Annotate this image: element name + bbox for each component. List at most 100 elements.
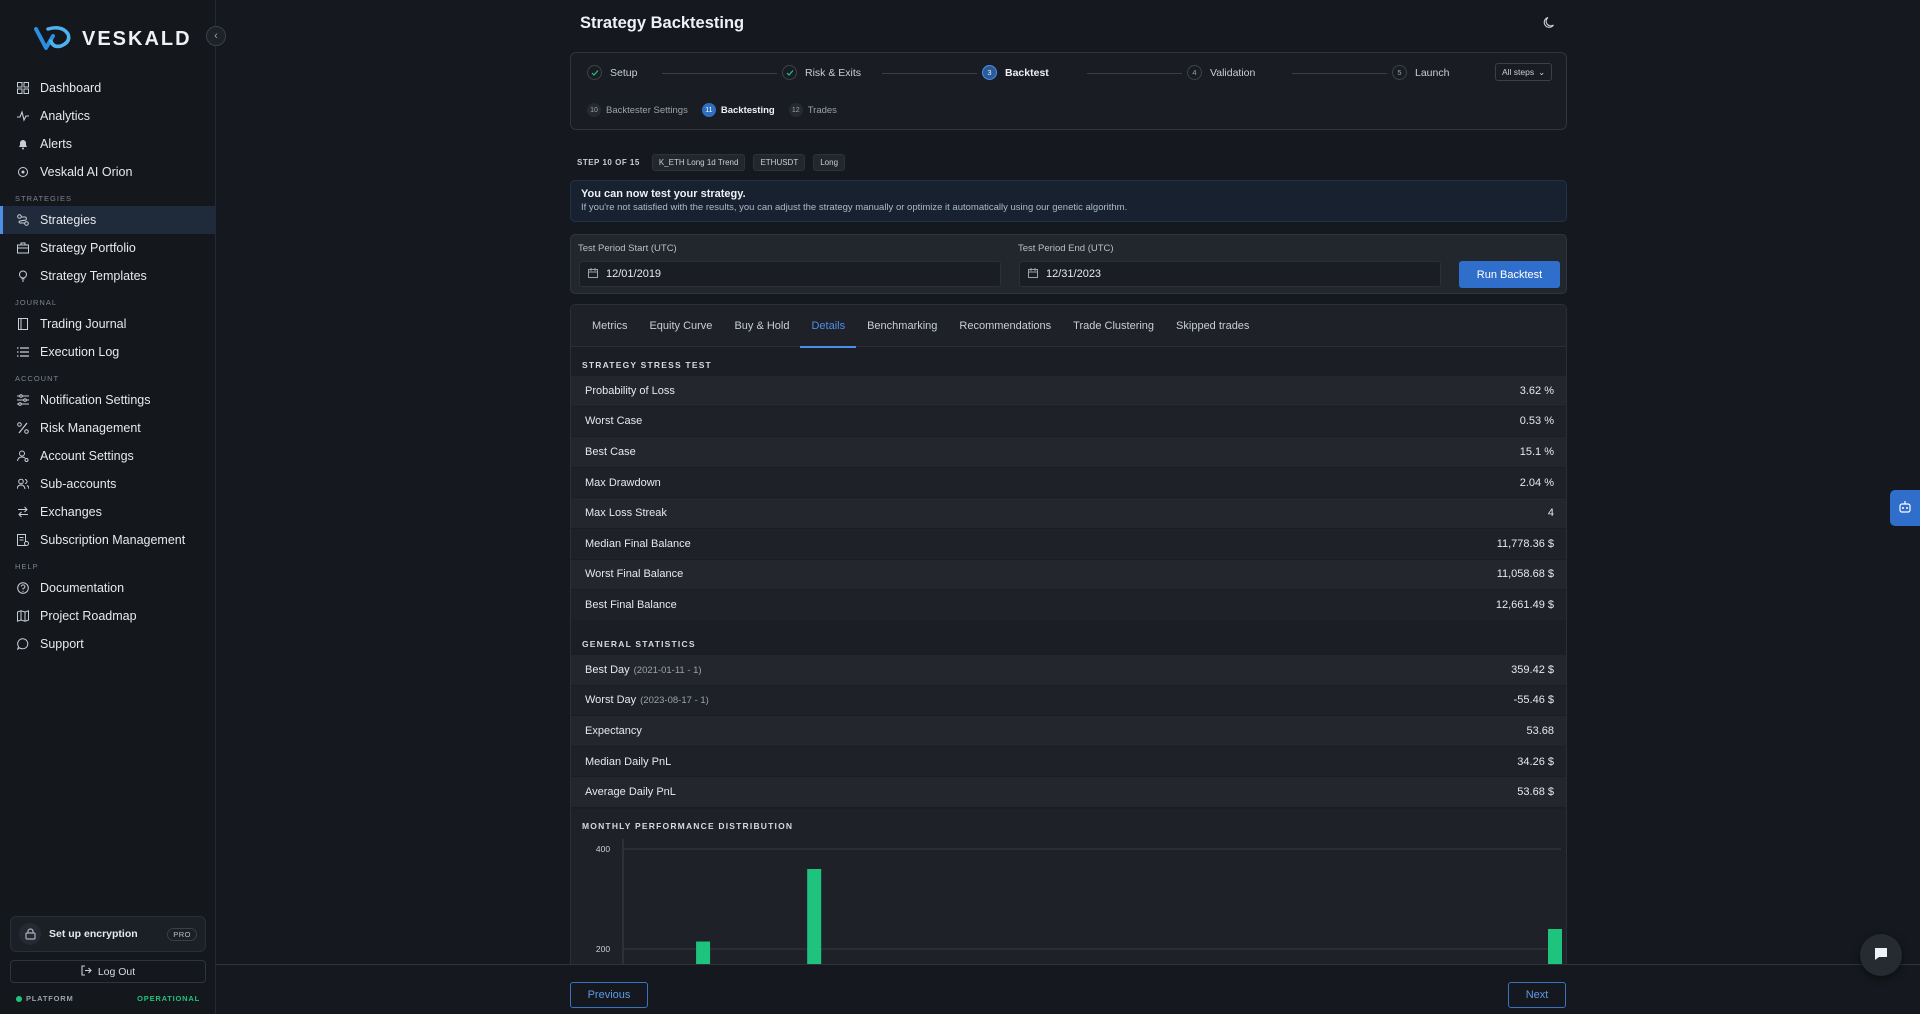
end-date-input[interactable]: 12/31/2023 [1019,261,1441,287]
row-label: Worst Case [585,415,643,428]
general-stats-table: Best Day (2021-01-11 - 1) 359.42 $ Worst Da… [571,655,1566,808]
tab-benchmarking[interactable]: Benchmarking [856,305,948,347]
row-label-group: Worst Case [585,415,642,427]
step-validation[interactable]: 4 Validation [1187,65,1255,80]
end-date-value: 12/31/2023 [1046,268,1102,280]
sidebar-item-project-roadmap[interactable]: Project Roadmap [0,602,216,630]
calendar-icon [1028,267,1038,281]
row-label: Probability of Loss [585,384,675,397]
substep-backtesting[interactable]: 11 Backtesting [701,103,775,117]
step-backtest[interactable]: 3 Backtest [982,65,1049,80]
row-label-group: Worst Final Balance [585,568,683,580]
row-label-group: Max Loss Streak [585,507,667,519]
sidebar-item-documentation[interactable]: Documentation [0,574,216,602]
step-number: 5 [1392,65,1407,80]
lock-icon [19,923,41,945]
assistant-bot-tab[interactable] [1890,490,1920,526]
sidebar-item-strategy-portfolio[interactable]: Strategy Portfolio [0,234,216,262]
swap-icon [16,505,30,519]
sidebar-item-trading-journal[interactable]: Trading Journal [0,310,216,338]
sidebar-item-subscription-management[interactable]: Subscription Management [0,526,216,554]
substep-trades[interactable]: 12 Trades [788,103,837,117]
setup-encryption-button[interactable]: Set up encryption PRO [10,916,206,952]
results-panel: Metrics Equity Curve Buy & Hold Details Benc… [570,304,1567,1014]
sidebar-item-support[interactable]: Support [0,630,216,658]
tab-equity-curve[interactable]: Equity Curve [638,305,723,347]
sidebar-item-label: Sub-accounts [40,477,117,491]
substep-label: Backtesting [720,104,775,116]
table-row: Best Case 15.1 % [571,437,1566,468]
direction-chip: Long [813,154,846,171]
row-value: 11,778.36 $ [1496,537,1554,550]
row-value: 3.62 % [1519,384,1554,397]
sidebar-item-risk-management[interactable]: Risk Management [0,414,216,442]
logout-button[interactable]: Log Out [10,960,206,983]
sidebar-item-account-settings[interactable]: Account Settings [0,442,216,470]
row-label-group: Best Day (2021-01-11 - 1) [585,664,702,676]
collapse-sidebar-button[interactable]: ‹ [206,26,226,46]
logout-label: Log Out [97,965,136,978]
info-banner: You can now test your strategy. If you'r… [570,180,1567,222]
list-icon [16,345,30,359]
user-gear-icon [16,449,30,463]
sidebar-item-veskald-ai-orion[interactable]: Veskald AI Orion [0,158,216,186]
chat-icon [1873,946,1889,965]
all-steps-dropdown[interactable]: All steps ⌄ [1495,63,1553,81]
step-connector [1087,73,1182,74]
step-setup[interactable]: Setup [587,65,637,80]
row-label: Median Final Balance [585,537,691,550]
step-launch[interactable]: 5 Launch [1392,65,1449,80]
row-label: Expectancy [585,724,642,737]
sidebar-item-dashboard[interactable]: Dashboard [0,74,216,102]
row-value: 53.68 [1526,724,1554,737]
table-row: Median Final Balance 11,778.36 $ [571,528,1566,560]
page-title: Strategy Backtesting [580,14,745,32]
chevron-left-icon: ‹ [214,30,218,42]
test-period-form: Test Period Start (UTC) 12/01/2019 Test … [570,234,1567,294]
tab-skipped-trades[interactable]: Skipped trades [1165,305,1260,347]
sidebar-item-label: Support [40,637,84,651]
sidebar-item-label: Strategy Portfolio [40,241,136,255]
sidebar-section-title: JOURNAL [15,298,58,307]
receipt-icon [16,533,30,547]
row-note: (2023-08-17 - 1) [640,695,709,707]
next-button[interactable]: Next [1508,982,1566,1008]
tab-trade-clustering[interactable]: Trade Clustering [1062,305,1165,347]
row-value: 4 [1547,507,1554,520]
platform-label: PLATFORM [26,994,74,1003]
pro-badge: PRO [167,927,197,941]
substep-label: Backtester Settings [606,104,688,116]
tab-recommendations[interactable]: Recommendations [948,305,1062,347]
row-label-group: Probability of Loss [585,385,675,397]
tab-details[interactable]: Details [800,305,856,348]
sidebar-item-label: Strategies [40,213,97,227]
row-label: Best Day [585,663,630,676]
sidebar-item-exchanges[interactable]: Exchanges [0,498,216,526]
theme-toggle-moon-icon[interactable] [1542,16,1558,32]
substep-backtester-settings[interactable]: 10 Backtester Settings [587,103,688,117]
sidebar-item-notification-settings[interactable]: Notification Settings [0,386,216,414]
sidebar-item-execution-log[interactable]: Execution Log [0,338,216,366]
previous-button[interactable]: Previous [570,982,648,1008]
sidebar-item-sub-accounts[interactable]: Sub-accounts [0,470,216,498]
brand[interactable]: VESKALD [34,24,192,54]
row-label: Worst Day [585,694,637,707]
step-risk-exits[interactable]: Risk & Exits [782,65,861,80]
row-label: Median Daily PnL [585,755,672,768]
sidebar-item-alerts[interactable]: Alerts [0,130,216,158]
sidebar-item-label: Risk Management [40,421,141,435]
start-date-input[interactable]: 12/01/2019 [579,261,1001,287]
sidebar-item-analytics[interactable]: Analytics [0,102,216,130]
sidebar-item-strategy-templates[interactable]: Strategy Templates [0,262,216,290]
tab-metrics[interactable]: Metrics [581,305,638,347]
sidebar-item-strategies[interactable]: Strategies [0,206,216,234]
run-backtest-button[interactable]: Run Backtest [1459,261,1560,288]
sidebar-item-label: Dashboard [40,81,102,95]
step-number: 4 [1187,65,1202,80]
sidebar-section-title: STRATEGIES [15,194,72,203]
chat-widget-button[interactable] [1860,934,1902,976]
tab-buy-hold[interactable]: Buy & Hold [723,305,800,347]
substep-label: Trades [807,104,837,116]
end-date-label: Test Period End (UTC) [1018,243,1114,254]
sidebar-item-label: Execution Log [40,345,120,359]
